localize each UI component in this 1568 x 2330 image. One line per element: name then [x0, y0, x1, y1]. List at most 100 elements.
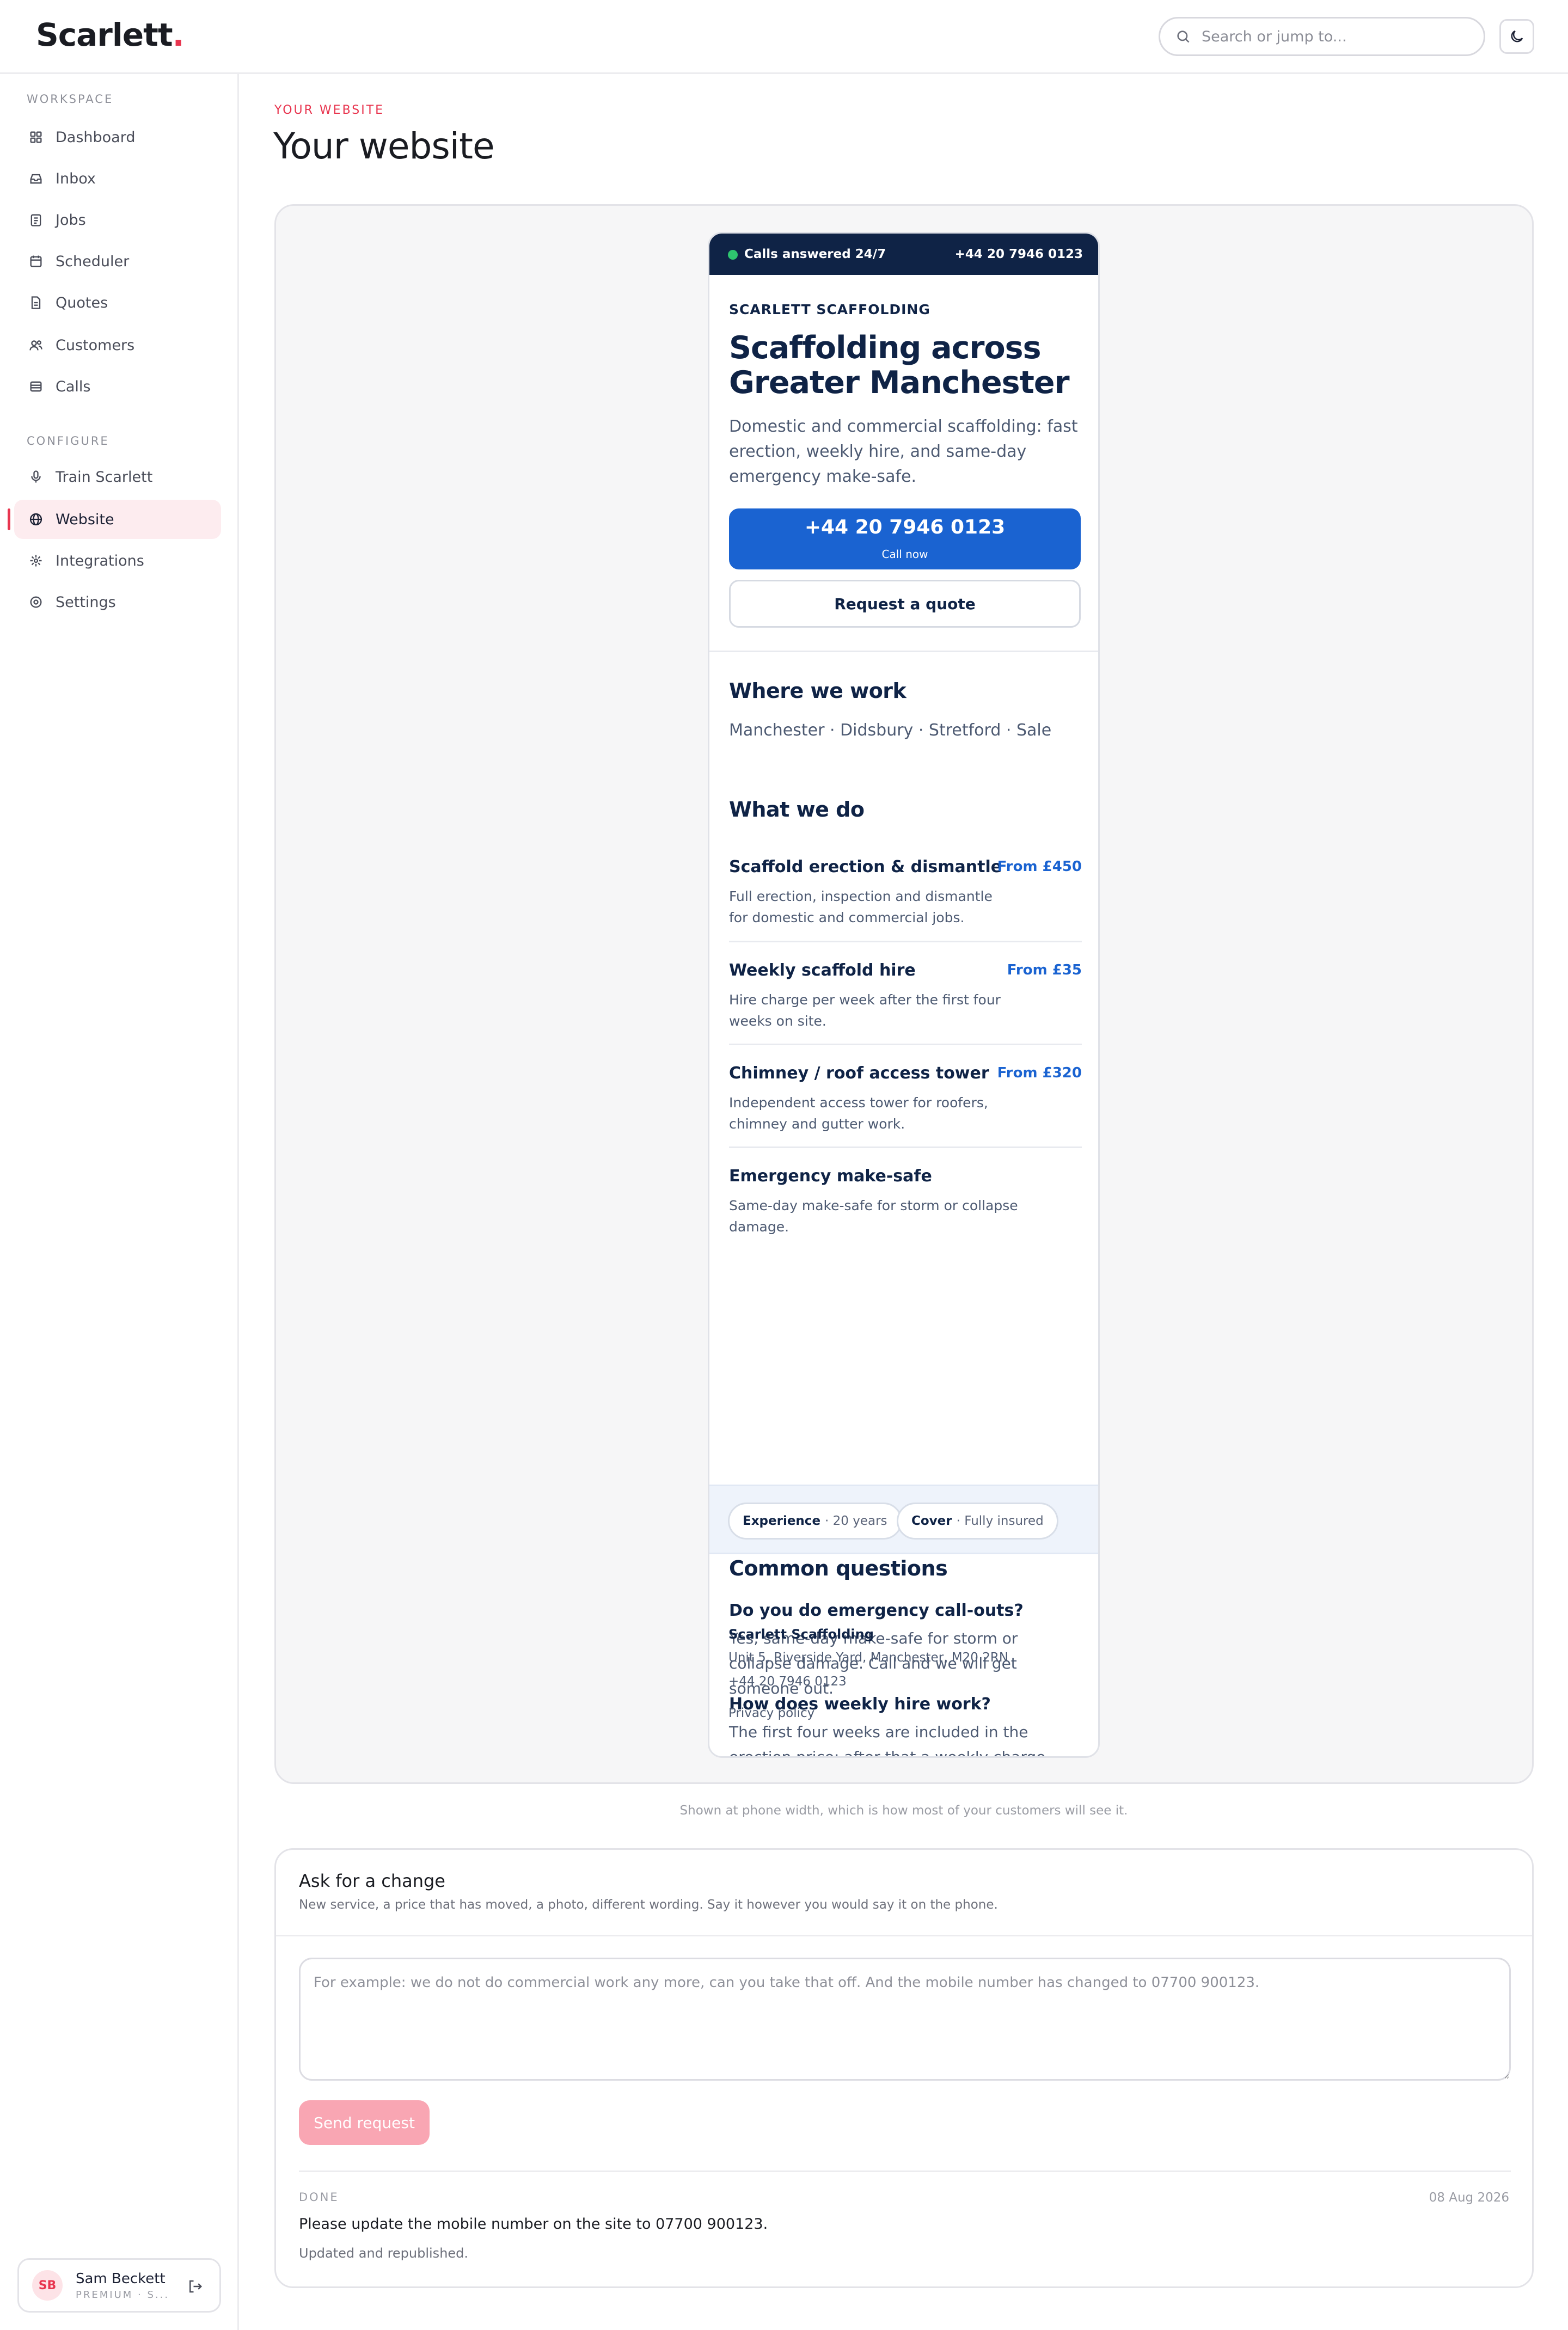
service-price: From £35	[1007, 962, 1082, 978]
service-name: Weekly scaffold hire	[729, 961, 916, 980]
sidebar-item-label: Scheduler	[56, 253, 130, 270]
service-description: Same-day make-safe for storm or collapse…	[729, 1198, 1018, 1235]
service-areas: Manchester · Didsbury · Stretford · Sale	[729, 721, 1052, 740]
moon-icon	[1511, 30, 1523, 42]
service-divider	[729, 1146, 1082, 1148]
sidebar-item-label: Inbox	[56, 170, 96, 187]
sidebar-item-label: Jobs	[56, 211, 86, 229]
service-price: From £320	[997, 1065, 1082, 1081]
request-quote-button[interactable]: Request a quote	[729, 580, 1081, 628]
clipboard-icon	[30, 214, 41, 226]
service-divider	[729, 1044, 1082, 1045]
change-request-card: Ask for a change New service, a price th…	[274, 1848, 1534, 2288]
sidebar-item-settings[interactable]: Settings	[14, 582, 221, 622]
search-box[interactable]	[1159, 17, 1485, 56]
service-description: Hire charge per week after the first fou…	[729, 992, 1001, 1029]
sidebar-item-scheduler[interactable]: Scheduler	[14, 242, 221, 281]
top-bar: Scarlett.	[0, 0, 1568, 74]
site-status-text: Calls answered 24/7	[744, 247, 886, 261]
live-status-dot	[728, 250, 738, 260]
site-hero-subtitle: Domestic and commercial scaffolding: fas…	[729, 417, 1078, 486]
site-business-name: SCARLETT SCAFFOLDING	[729, 302, 930, 317]
sidebar-item-jobs[interactable]: Jobs	[14, 200, 221, 240]
change-card-title: Ask for a change	[299, 1871, 445, 1891]
sidebar: WORKSPACE Dashboard Inbox Jobs Scheduler…	[0, 74, 239, 2330]
service-description: Independent access tower for roofers, ch…	[729, 1095, 988, 1132]
search-input[interactable]	[1202, 28, 1452, 45]
where-we-work-heading: Where we work	[729, 679, 906, 703]
search-icon	[1177, 30, 1190, 43]
privacy-policy-link[interactable]: Privacy policy	[728, 1706, 814, 1720]
theme-toggle-button[interactable]	[1499, 19, 1534, 54]
what-we-do-heading: What we do	[729, 798, 865, 821]
sidebar-item-website[interactable]: Website	[8, 500, 221, 539]
common-questions-heading: Common questions	[729, 1556, 948, 1580]
call-now-button[interactable]: +44 20 7946 0123 Call now	[729, 508, 1081, 569]
user-card[interactable]: SB Sam Beckett PREMIUM · S...	[17, 2258, 221, 2313]
service-name: Chimney / roof access tower	[729, 1064, 989, 1083]
nav-section-workspace: WORKSPACE	[27, 93, 114, 106]
change-card-subtitle: New service, a price that has moved, a p…	[299, 1898, 998, 1912]
sidebar-item-label: Dashboard	[56, 128, 136, 146]
microphone-icon	[31, 470, 41, 483]
request-result: Updated and republished.	[299, 2246, 469, 2261]
globe-icon	[29, 513, 42, 526]
send-request-button[interactable]: Send request	[299, 2100, 430, 2145]
page-eyebrow: YOUR WEBSITE	[274, 103, 385, 117]
site-top-bar: Calls answered 24/7 +44 20 7946 0123	[709, 234, 1098, 275]
calendar-icon	[30, 255, 42, 267]
service-price: From £450	[997, 859, 1082, 875]
service-description: Full erection, inspection and dismantle …	[729, 888, 993, 925]
calls-icon	[30, 381, 42, 392]
page-title: Your website	[273, 125, 495, 167]
settings-icon	[30, 596, 42, 608]
site-top-phone[interactable]: +44 20 7946 0123	[955, 247, 1083, 261]
sidebar-item-dashboard[interactable]: Dashboard	[14, 118, 221, 157]
users-icon	[29, 340, 42, 351]
phone-preview: Calls answered 24/7 +44 20 7946 0123 SCA…	[708, 232, 1100, 1758]
sidebar-item-label: Integrations	[56, 552, 144, 569]
sidebar-item-inbox[interactable]: Inbox	[14, 159, 221, 198]
user-name: Sam Beckett	[76, 2270, 166, 2287]
trust-badges: Experience · 20 years Cover · Fully insure…	[709, 1485, 1098, 1554]
site-hero-title: Scaffolding across Greater Manchester	[729, 330, 1070, 401]
avatar: SB	[32, 2270, 63, 2301]
nav-section-configure: CONFIGURE	[27, 434, 109, 447]
service-name: Emergency make-safe	[729, 1167, 932, 1186]
history-divider	[299, 2170, 1511, 2172]
sidebar-item-label: Website	[56, 511, 114, 528]
call-button-number: +44 20 7946 0123	[804, 516, 1006, 538]
service-divider	[729, 941, 1082, 942]
sidebar-item-customers[interactable]: Customers	[14, 326, 221, 365]
logout-icon[interactable]	[187, 2278, 203, 2295]
sidebar-item-quotes[interactable]: Quotes	[14, 283, 221, 322]
sidebar-item-integrations[interactable]: Integrations	[14, 541, 221, 580]
preview-caption: Shown at phone width, which is how most …	[679, 1804, 1128, 1818]
card-divider	[276, 1935, 1532, 1936]
sidebar-item-label: Quotes	[56, 294, 108, 311]
sidebar-item-label: Settings	[56, 593, 116, 611]
sidebar-item-label: Customers	[56, 336, 135, 354]
faq-question: Do you do emergency call-outs?	[729, 1601, 1024, 1620]
sidebar-item-calls[interactable]: Calls	[14, 367, 221, 406]
inbox-icon	[30, 174, 42, 184]
faq-answer: Yes, same-day make-safe for storm or col…	[729, 1629, 1018, 1697]
logo[interactable]: Scarlett.	[36, 16, 185, 53]
document-icon	[31, 296, 41, 309]
cover-badge: Cover · Fully insured	[897, 1503, 1058, 1540]
sidebar-item-train-scarlett[interactable]: Train Scarlett	[14, 457, 221, 496]
sidebar-item-label: Calls	[56, 378, 91, 395]
service-name: Scaffold erection & dismantle	[729, 857, 1002, 876]
sidebar-item-label: Train Scarlett	[56, 468, 153, 486]
user-plan: PREMIUM · S...	[76, 2289, 170, 2301]
section-divider	[709, 651, 1098, 652]
call-button-label: Call now	[881, 548, 928, 561]
change-request-input[interactable]	[299, 1958, 1511, 2081]
request-status: DONE	[299, 2191, 339, 2204]
integrations-icon	[30, 555, 42, 567]
grid-icon	[30, 131, 42, 143]
request-text: Please update the mobile number on the s…	[299, 2216, 768, 2233]
faq-answer: The first four weeks are included in the…	[729, 1723, 1046, 1758]
experience-badge: Experience · 20 years	[728, 1503, 902, 1540]
request-date: 08 Aug 2026	[1429, 2191, 1509, 2205]
